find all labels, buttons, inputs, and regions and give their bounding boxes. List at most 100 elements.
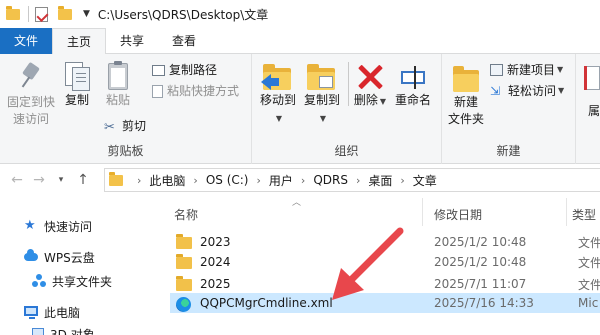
copy-to-label: 复制到▼ [303, 93, 340, 123]
tab-file[interactable]: 文件 [0, 28, 52, 54]
properties-icon[interactable] [35, 6, 51, 22]
file-name: 2025 [200, 277, 231, 291]
forward-arrow-icon[interactable]: → [28, 172, 50, 188]
ribbon-tabs: 文件 主页 共享 查看 [0, 28, 600, 55]
new-folder-button[interactable]: 新建 文件夹 [446, 60, 486, 128]
new-group: 新建 文件夹 新建项目 ▼ ⇲ 轻松访问 ▼ 新建 [442, 54, 576, 164]
customize-toolbar-dropdown-icon[interactable]: ▼ [83, 9, 90, 19]
breadcrumb-separator[interactable]: › [301, 174, 305, 187]
move-to-label: 移动到▼ [259, 93, 296, 123]
breadcrumb-qdrs[interactable]: QDRS [313, 173, 348, 187]
pc-icon [24, 305, 38, 319]
tab-home[interactable]: 主页 [52, 28, 107, 55]
paste-shortcut-icon [152, 84, 163, 98]
easy-access-dropdown-icon: ▼ [558, 86, 565, 95]
file-type: 文件 [578, 255, 600, 270]
column-divider[interactable] [422, 198, 423, 226]
column-header-name[interactable]: 名称 [174, 206, 198, 223]
clipboard-group: 固定到快 速访问 复制 粘贴 复制路径 粘贴快捷方式 ✂ 剪切 剪贴板 [0, 54, 252, 164]
ribbon: 固定到快 速访问 复制 粘贴 复制路径 粘贴快捷方式 ✂ 剪切 剪贴板 移动到▼… [0, 54, 600, 164]
breadcrumb-users[interactable]: 用户 [269, 172, 293, 189]
paste-shortcut-label: 粘贴快捷方式 [167, 84, 240, 98]
delete-x-icon [355, 62, 385, 92]
breadcrumb-this-pc[interactable]: 此电脑 [149, 172, 185, 189]
sort-arrow-icon: ︿ [292, 198, 302, 208]
up-arrow-icon[interactable]: ↑ [72, 172, 94, 188]
nav-shared-folder-label: 共享文件夹 [52, 274, 113, 289]
file-name: QQPCMgrCmdline.xml [200, 296, 333, 310]
address-folder-icon [109, 171, 123, 186]
copy-icon [63, 60, 91, 92]
properties-button[interactable] [578, 64, 600, 94]
window-title: C:\Users\QDRS\Desktop\文章 [97, 7, 269, 22]
3d-objects-icon [32, 328, 44, 335]
pin-icon [19, 62, 43, 92]
file-row-xml[interactable]: QQPCMgrCmdline.xml 2025/7/16 14:33 Mic [170, 293, 600, 313]
cut-button[interactable]: ✂ 剪切 [104, 117, 146, 135]
nav-wps-cloud-label: WPS云盘 [44, 250, 95, 265]
breadcrumb-separator[interactable]: › [257, 174, 261, 187]
new-item-dropdown-icon: ▼ [557, 65, 564, 74]
file-row-2023[interactable]: 2023 2025/1/2 10:48 文件 [170, 232, 600, 252]
nav-shared-folder[interactable]: 共享文件夹 [32, 271, 112, 291]
back-arrow-icon[interactable]: ← [6, 172, 28, 188]
file-date: 2025/7/16 14:33 [434, 296, 534, 310]
copy-button[interactable]: 复制 [60, 60, 94, 109]
breadcrumb-separator[interactable]: › [400, 174, 404, 187]
properties-label: 属 [588, 104, 600, 118]
tab-share[interactable]: 共享 [106, 28, 158, 54]
copy-path-label: 复制路径 [169, 63, 218, 77]
breadcrumb-separator[interactable]: › [356, 174, 360, 187]
navigation-bar: ← → ▾ ↑ › 此电脑 › OS (C:) › 用户 › QDRS › 桌面… [0, 164, 600, 196]
file-type: 文件 [578, 235, 600, 250]
rename-button[interactable]: 重命名 [390, 60, 436, 109]
new-folder-icon [451, 60, 481, 94]
breadcrumb-separator[interactable]: › [193, 174, 197, 187]
clipboard-group-label: 剪贴板 [107, 144, 144, 158]
file-date: 2025/1/2 10:48 [434, 255, 527, 269]
breadcrumb-articles[interactable]: 文章 [413, 172, 437, 189]
breadcrumb-separator[interactable]: › [137, 174, 141, 187]
new-item-button[interactable]: 新建项目 ▼ [490, 61, 563, 79]
organize-divider [348, 62, 349, 106]
address-bar[interactable]: › 此电脑 › OS (C:) › 用户 › QDRS › 桌面 › 文章 [104, 168, 600, 192]
file-name: 2023 [200, 235, 231, 249]
column-header-date[interactable]: 修改日期 [434, 206, 482, 223]
pin-to-quick-access-button[interactable]: 固定到快 速访问 [4, 60, 58, 128]
new-folder-quick-icon[interactable] [58, 6, 74, 22]
new-item-icon [490, 64, 503, 76]
paste-button[interactable]: 粘贴 [100, 60, 136, 109]
file-row-2024[interactable]: 2024 2025/1/2 10:48 文件 [170, 252, 600, 272]
column-divider[interactable] [566, 198, 567, 226]
paste-shortcut-button[interactable]: 粘贴快捷方式 [152, 82, 239, 100]
nav-wps-cloud[interactable]: WPS云盘 [24, 247, 95, 267]
folder-icon [6, 6, 22, 22]
copy-to-button[interactable]: 复制到▼ [302, 60, 342, 127]
easy-access-label: 轻松访问 [508, 84, 557, 98]
breadcrumb-os-c[interactable]: OS (C:) [206, 173, 249, 187]
title-bar: ▼ C:\Users\QDRS\Desktop\文章 [0, 0, 600, 28]
easy-access-icon: ⇲ [490, 84, 501, 98]
column-header-type[interactable]: 类型 [572, 206, 596, 223]
delete-label: 删除 ▼ [353, 93, 387, 107]
organize-group: 移动到▼ 复制到▼ 删除 ▼ 重命名 组织 [252, 54, 442, 164]
delete-button[interactable]: 删除 ▼ [352, 60, 388, 110]
easy-access-button[interactable]: ⇲ 轻松访问 ▼ [490, 82, 564, 100]
nav-this-pc[interactable]: 此电脑 [24, 302, 80, 322]
tab-view[interactable]: 查看 [158, 28, 210, 54]
file-date: 2025/1/2 10:48 [434, 235, 527, 249]
move-to-button[interactable]: 移动到▼ [258, 60, 298, 127]
file-row-2025[interactable]: 2025 2025/7/1 11:07 文件 [170, 274, 600, 294]
copy-path-button[interactable]: 复制路径 [152, 61, 217, 79]
folder-icon [176, 275, 192, 291]
copy-label: 复制 [64, 93, 89, 107]
scissors-icon: ✂ [104, 120, 115, 135]
nav-3d-objects[interactable]: 3D 对象 [32, 324, 95, 335]
pin-label-line1: 固定到快 [6, 95, 55, 109]
file-type: Mic [578, 296, 599, 310]
recent-locations-chevron-icon[interactable]: ▾ [50, 175, 72, 185]
nav-3d-objects-label: 3D 对象 [50, 327, 95, 335]
nav-quick-access[interactable]: ★ 快速访问 [24, 216, 92, 236]
cloud-icon [24, 249, 38, 264]
breadcrumb-desktop[interactable]: 桌面 [368, 172, 392, 189]
